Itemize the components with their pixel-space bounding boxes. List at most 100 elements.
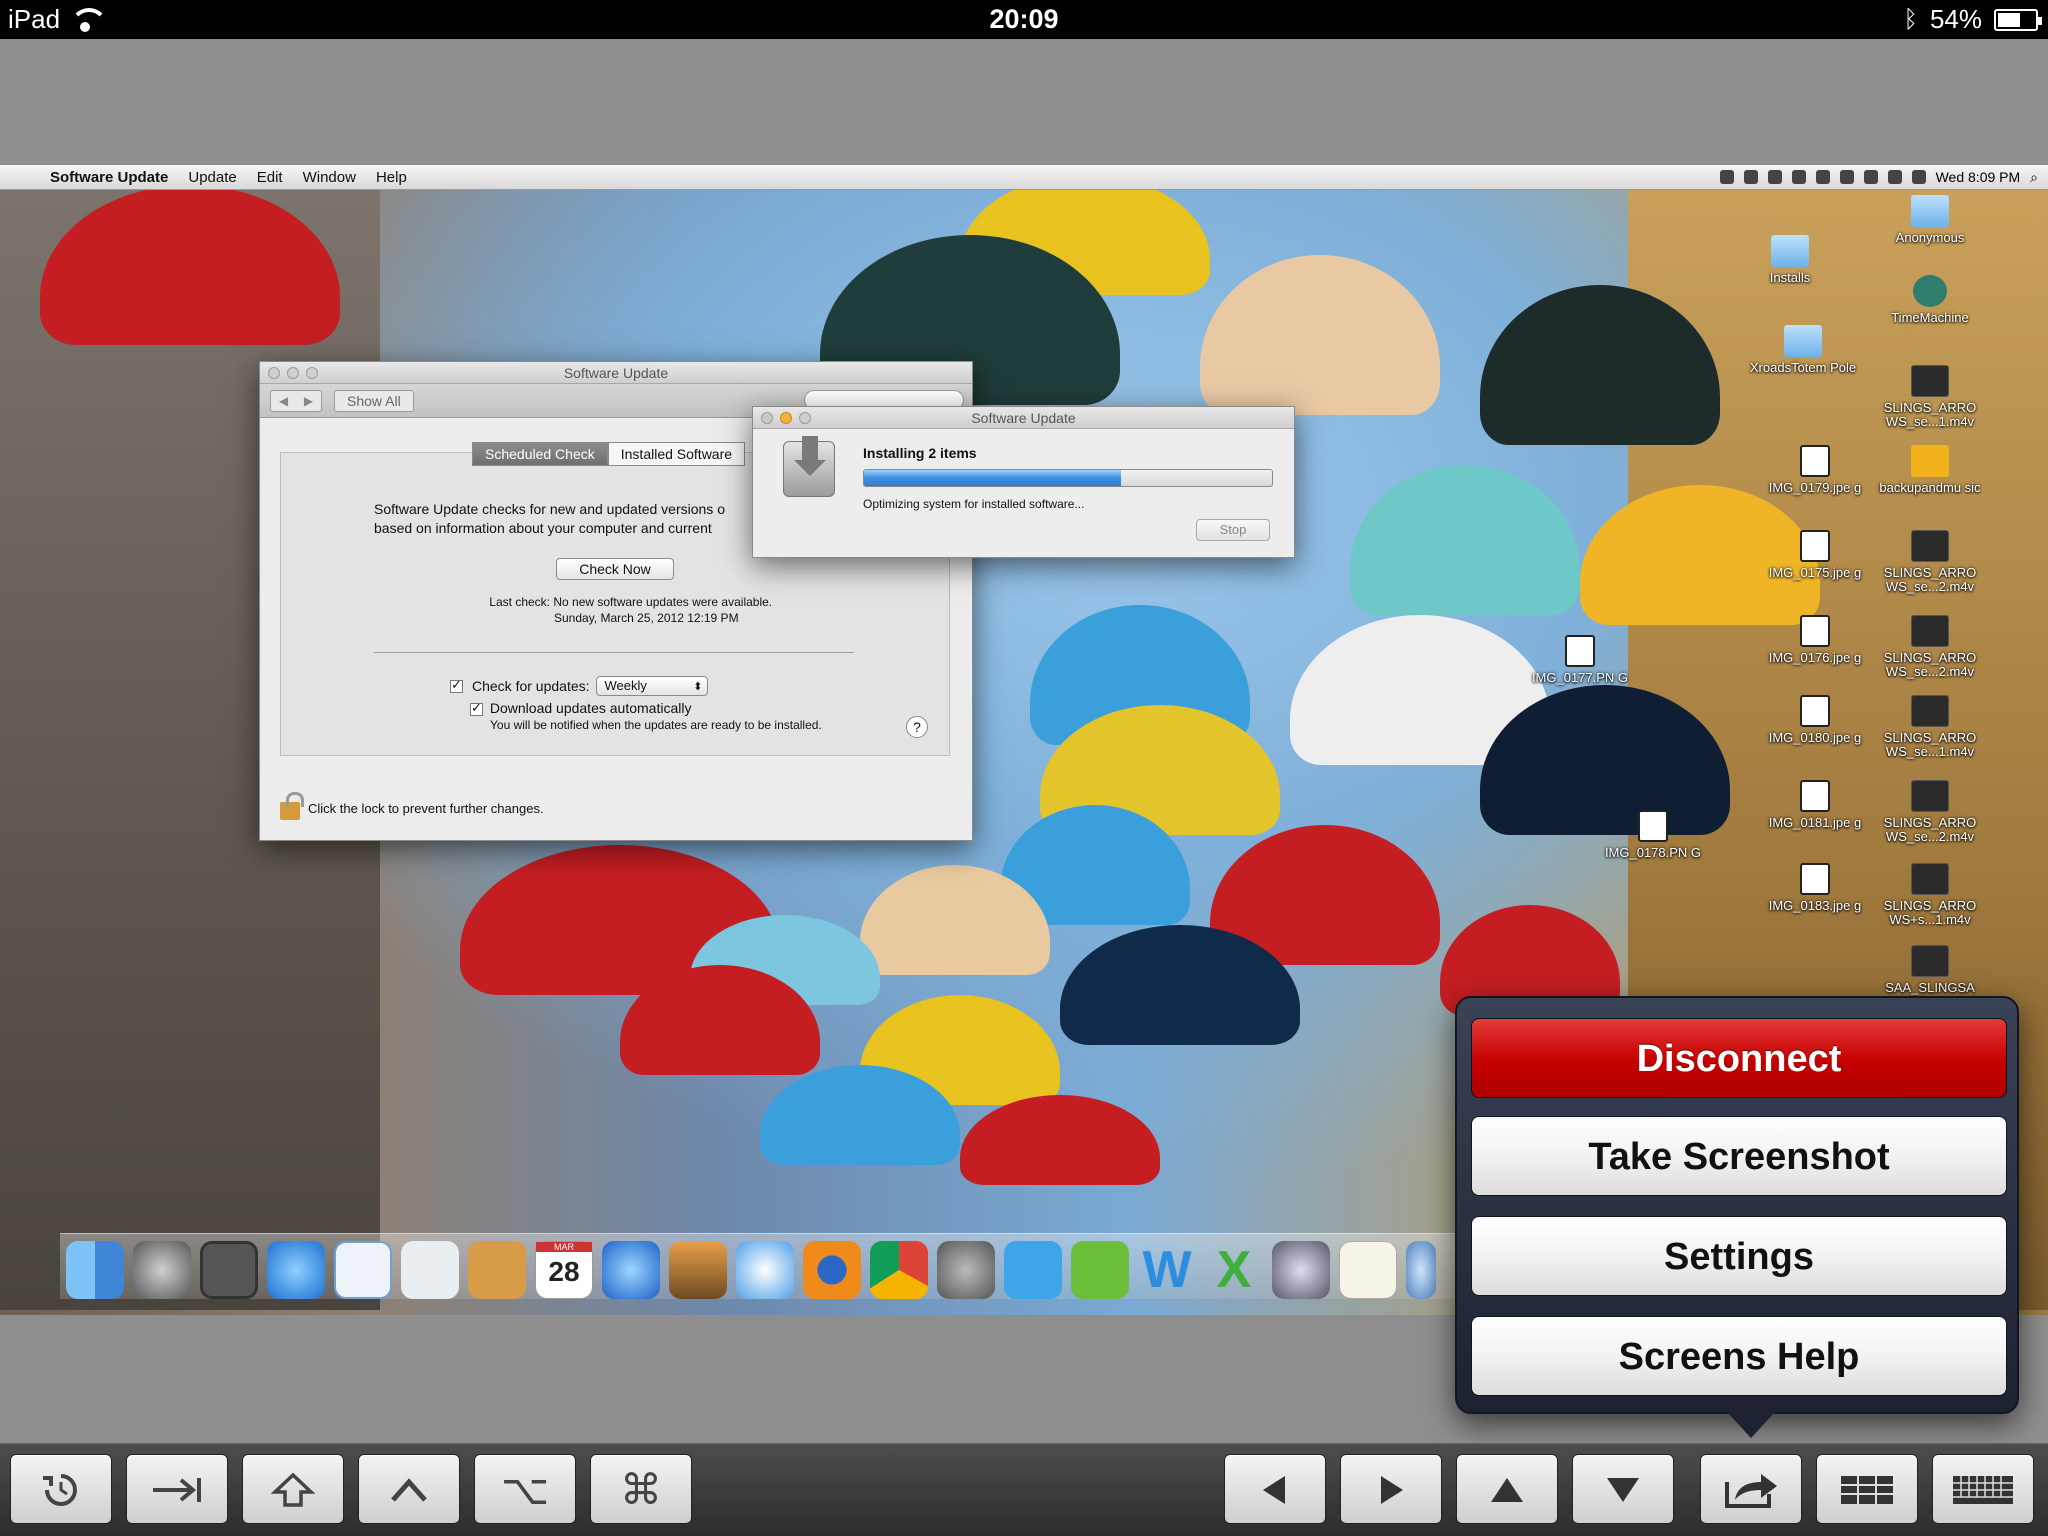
take-screenshot-button[interactable]: Take Screenshot	[1471, 1116, 2007, 1196]
arrow-up-icon[interactable]	[1456, 1454, 1558, 1524]
system-preferences-icon[interactable]	[937, 1241, 995, 1299]
itunes-icon[interactable]	[602, 1241, 660, 1299]
desktop-icon-label: Installs	[1769, 270, 1811, 285]
frequency-select[interactable]: Weekly	[595, 676, 708, 696]
preview-icon[interactable]	[401, 1241, 459, 1299]
command-key-icon[interactable]: ⌘	[590, 1454, 692, 1524]
clock-menu-icon[interactable]	[1863, 170, 1878, 184]
desktop-icon[interactable]: SLINGS_ARRO WS+s...1.m4v	[1875, 863, 1985, 927]
menu-window[interactable]: Window	[293, 169, 366, 186]
help-button[interactable]: ?	[906, 716, 928, 738]
textedit-icon[interactable]	[1339, 1241, 1397, 1299]
desktop-icon[interactable]: IMG_0183.jpe g	[1760, 863, 1870, 913]
shift-key-icon[interactable]	[242, 1454, 344, 1524]
menu-edit[interactable]: Edit	[247, 169, 293, 186]
word-icon[interactable]: W	[1138, 1241, 1196, 1299]
stop-button[interactable]: Stop	[1196, 519, 1270, 541]
desktop-icon[interactable]: IMG_0176.jpe g	[1760, 615, 1870, 665]
desktop-icon[interactable]: IMG_0175.jpe g	[1760, 530, 1870, 580]
progress-titlebar[interactable]: Software Update	[753, 407, 1294, 429]
image-file-icon	[1638, 810, 1668, 842]
spotlight-icon[interactable]: ⌕	[2030, 169, 2038, 186]
check-updates-label: Check for updates:	[472, 678, 590, 694]
downloads-icon[interactable]	[1406, 1241, 1436, 1299]
mail-icon[interactable]	[334, 1241, 392, 1299]
desktop-icon[interactable]: SAA_SLINGSA	[1875, 945, 1985, 995]
desktop-icon[interactable]: SLINGS_ARRO WS_se...2.m4v	[1875, 530, 1985, 594]
tab-key-icon[interactable]	[126, 1454, 228, 1524]
close-button[interactable]	[761, 412, 773, 424]
desktop-icon[interactable]: IMG_0178.PN G	[1598, 810, 1708, 860]
script-editor-icon[interactable]	[1272, 1241, 1330, 1299]
minimize-button[interactable]	[287, 367, 299, 379]
tab-installed-software[interactable]: Installed Software	[607, 442, 746, 466]
volume-icon[interactable]	[1911, 170, 1926, 184]
arrow-left-icon[interactable]	[1224, 1454, 1326, 1524]
check-updates-checkbox[interactable]	[450, 677, 463, 693]
refresh-icon[interactable]	[10, 1454, 112, 1524]
chrome-icon[interactable]	[870, 1241, 928, 1299]
option-key-icon[interactable]: ⌥	[474, 1454, 576, 1524]
desktop-icon[interactable]: TimeMachine	[1875, 275, 1985, 325]
ios-status-bar: iPad 20:09 ᛒ 54%	[0, 0, 2048, 39]
desktop-icon[interactable]: IMG_0181.jpe g	[1760, 780, 1870, 830]
evernote-icon[interactable]	[1071, 1241, 1129, 1299]
arrow-right-icon[interactable]	[1340, 1454, 1442, 1524]
photo-booth-icon[interactable]	[200, 1241, 258, 1299]
calendar-icon[interactable]: MAR 28	[535, 1241, 593, 1299]
safari-icon[interactable]	[736, 1241, 794, 1299]
lock-icon[interactable]	[280, 792, 304, 820]
menu-clock[interactable]: Wed 8:09 PM	[1936, 169, 2021, 185]
control-key-icon[interactable]	[358, 1454, 460, 1524]
sync-icon[interactable]	[1839, 170, 1854, 184]
menu-extra-icon[interactable]	[1719, 170, 1734, 184]
share-icon[interactable]	[1700, 1454, 1802, 1524]
zoom-button[interactable]	[799, 412, 811, 424]
screens-help-button[interactable]: Screens Help	[1471, 1316, 2007, 1396]
download-checkbox[interactable]	[470, 700, 483, 716]
desktop-icon[interactable]: IMG_0180.jpe g	[1760, 695, 1870, 745]
disconnect-button[interactable]: Disconnect	[1471, 1018, 2007, 1098]
settings-button[interactable]: Settings	[1471, 1216, 2007, 1296]
window-titlebar[interactable]: Software Update	[260, 362, 972, 384]
desktop-icon[interactable]: Anonymous	[1875, 195, 1985, 245]
check-now-button[interactable]: Check Now	[556, 558, 674, 580]
desktop-icon[interactable]: SLINGS_ARRO WS_se...2.m4v	[1875, 780, 1985, 844]
forward-arrow-icon[interactable]: ▶	[296, 391, 321, 411]
excel-icon[interactable]: X	[1205, 1241, 1263, 1299]
zoom-button[interactable]	[306, 367, 318, 379]
headphones-icon[interactable]	[1743, 170, 1758, 184]
desktop-icon[interactable]: SLINGS_ARRO WS_se...2.m4v	[1875, 615, 1985, 679]
wifi-menu-icon[interactable]	[1887, 170, 1902, 184]
finder-icon[interactable]	[66, 1241, 124, 1299]
show-all-button[interactable]: Show All	[334, 390, 414, 412]
launchpad-icon[interactable]	[133, 1241, 191, 1299]
desktop-icon[interactable]: IMG_0177.PN G	[1525, 635, 1635, 685]
dropbox-icon[interactable]	[1791, 170, 1806, 184]
desktop-icon[interactable]: SLINGS_ARRO WS_se...1.m4v	[1875, 365, 1985, 429]
tab-scheduled-check[interactable]: Scheduled Check	[472, 442, 608, 466]
minimize-button[interactable]	[780, 412, 792, 424]
timemachine-menu-icon[interactable]	[1815, 170, 1830, 184]
desktop-icon[interactable]: IMG_0179.jpe g	[1760, 445, 1870, 495]
desktop-icon[interactable]: Installs	[1735, 235, 1845, 285]
address-book-icon[interactable]	[468, 1241, 526, 1299]
desktop-icon[interactable]: XroadsTotem Pole	[1748, 325, 1858, 375]
desktop-icon[interactable]: backupandmu sic	[1875, 445, 1985, 495]
grid-icon[interactable]	[1816, 1454, 1918, 1524]
app-store-icon[interactable]	[267, 1241, 325, 1299]
menu-app-name[interactable]: Software Update	[40, 169, 178, 186]
iphoto-icon[interactable]	[669, 1241, 727, 1299]
menu-update[interactable]: Update	[178, 169, 246, 186]
twitter-icon[interactable]	[1004, 1241, 1062, 1299]
firefox-icon[interactable]	[803, 1241, 861, 1299]
close-button[interactable]	[268, 367, 280, 379]
lock-text: Click the lock to prevent further change…	[308, 800, 544, 816]
menu-help[interactable]: Help	[366, 169, 417, 186]
video-file-icon	[1911, 615, 1949, 647]
arrow-down-icon[interactable]	[1572, 1454, 1674, 1524]
keyboard-icon[interactable]	[1932, 1454, 2034, 1524]
back-arrow-icon[interactable]: ◀	[271, 391, 296, 411]
desktop-icon[interactable]: SLINGS_ARRO WS_se...1.m4v	[1875, 695, 1985, 759]
evernote-menu-icon[interactable]	[1767, 170, 1782, 184]
